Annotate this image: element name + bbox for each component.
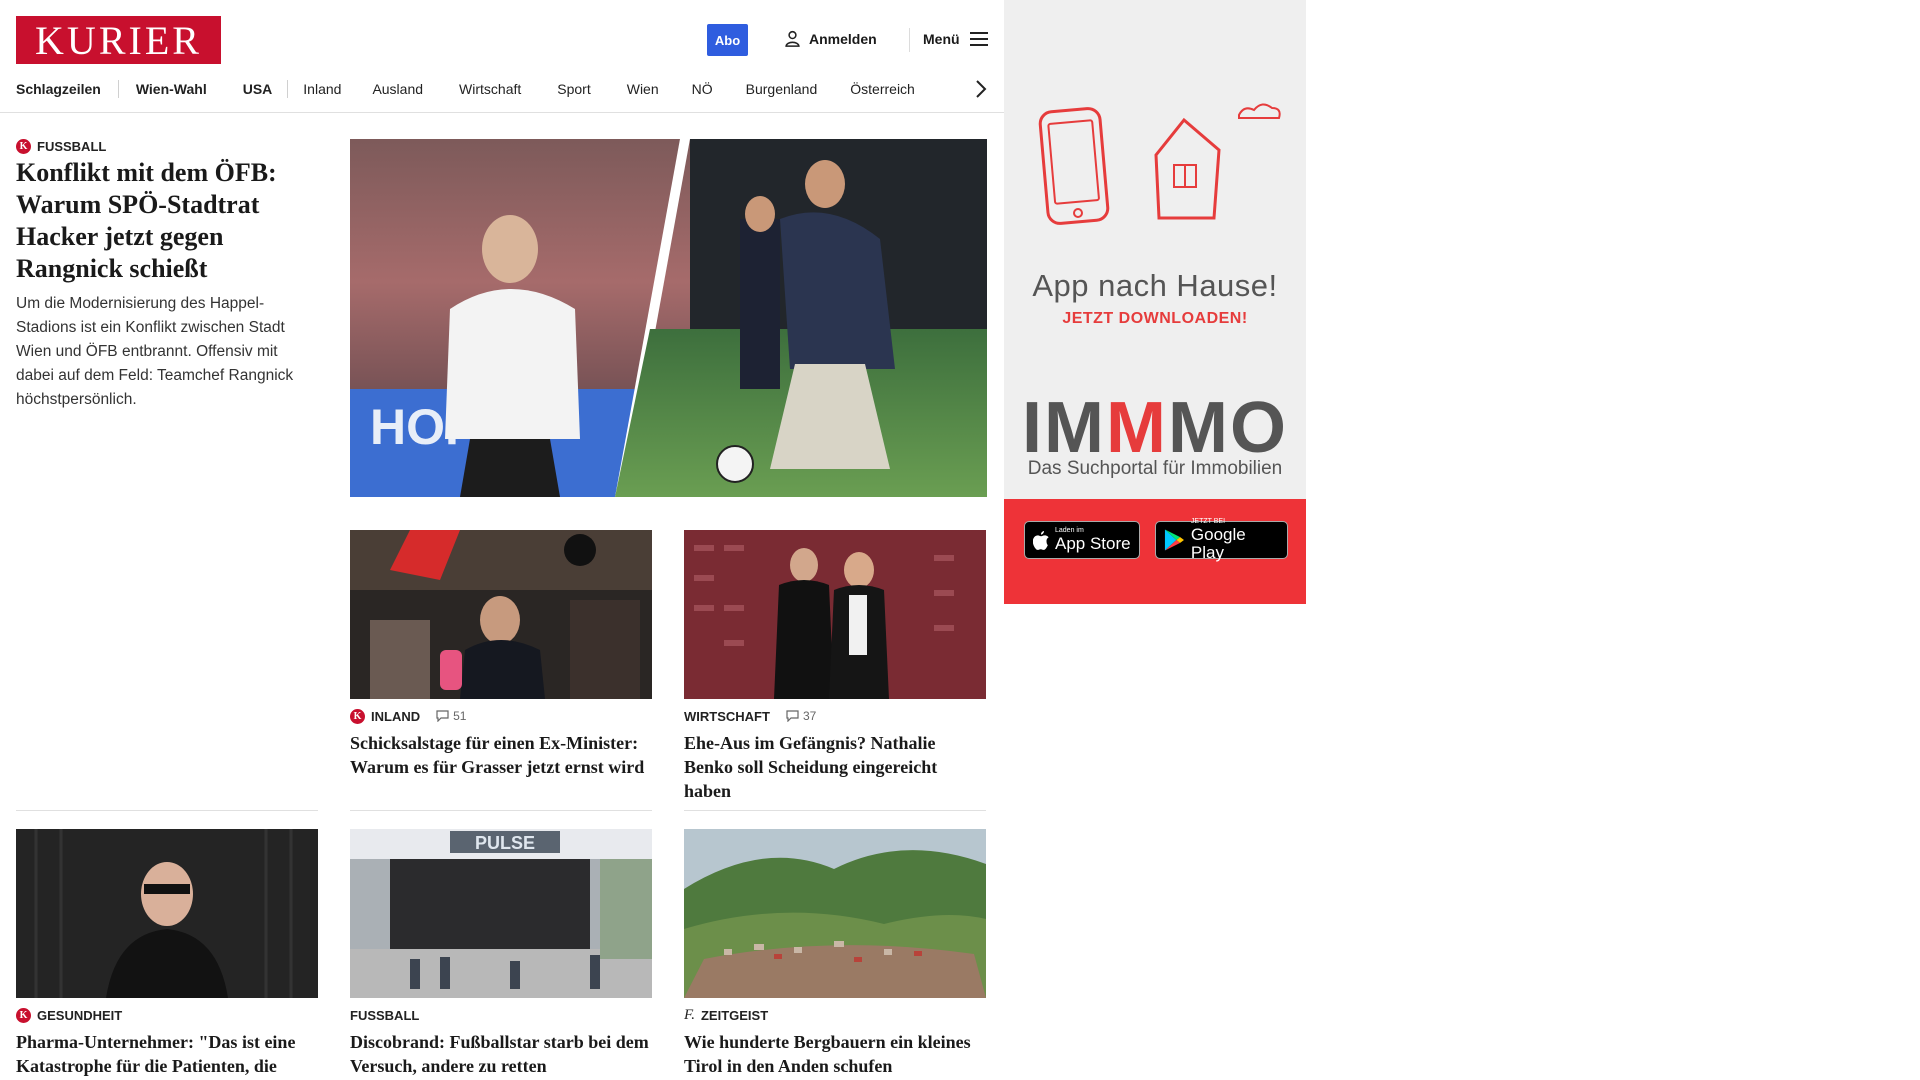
article-card-inland[interactable]: K Inland 51 Schicksalstage für einen Ex-… xyxy=(350,530,652,779)
immmo-logo-mid: M xyxy=(1106,388,1168,468)
article-card-fussball[interactable]: PULSE Fussball Discobrand: Fußballstar s… xyxy=(350,829,652,1078)
header-divider xyxy=(909,28,910,52)
nav-divider-line xyxy=(0,112,1004,113)
article-card-gesundheit[interactable]: K Gesundheit Pharma-Unternehmer: "Das is… xyxy=(16,829,318,1080)
main-column: KURIER Abo Anmelden Menü Schlagzeilen Wi… xyxy=(0,0,1004,1080)
svg-text:PULSE: PULSE xyxy=(475,833,535,853)
lead-category-label: Fussball xyxy=(37,139,107,154)
immmo-tagline: Das Suchportal für Immobilien xyxy=(1027,458,1283,479)
article-category-label: Zeitgeist xyxy=(700,1007,769,1023)
ad-headline: App nach Hause! xyxy=(1032,268,1278,303)
article-category[interactable]: Wirtschaft 37 xyxy=(684,708,986,724)
card-divider xyxy=(684,810,986,811)
article-image[interactable] xyxy=(684,829,986,998)
lead-teaser: Um die Modernisierung des Happel-Stadion… xyxy=(16,295,294,408)
article-category[interactable]: f. Zeitgeist xyxy=(684,1007,986,1023)
nav-divider xyxy=(117,80,119,98)
nav-item-wirtschaft[interactable]: Wirtschaft xyxy=(459,81,521,97)
article-card-zeitgeist[interactable]: f. Zeitgeist Wie hunderte Bergbauern ein… xyxy=(684,829,986,1078)
menu-icon xyxy=(969,32,988,46)
article-category[interactable]: K Inland 51 xyxy=(350,708,652,724)
play-icon xyxy=(1164,529,1184,551)
google-play-big: Google Play xyxy=(1190,525,1246,562)
apple-icon xyxy=(1033,530,1049,550)
kurier-plus-icon: K xyxy=(16,139,31,154)
user-icon xyxy=(785,30,800,47)
nav-item-inland[interactable]: Inland xyxy=(303,81,341,97)
nav-divider xyxy=(287,80,289,98)
nav-item-wien-wahl[interactable]: Wien-Wahl xyxy=(136,81,207,97)
f-icon: f. xyxy=(684,1006,695,1023)
article-category-label: Gesundheit xyxy=(37,1007,123,1023)
article-headline[interactable]: Pharma-Unternehmer: "Das ist eine Katast… xyxy=(16,1030,318,1080)
comment-count[interactable]: 51 xyxy=(436,709,466,723)
article-image[interactable] xyxy=(16,829,318,998)
lead-headline[interactable]: Konflikt mit dem ÖFB: Warum SPÖ-Stadtrat… xyxy=(16,157,316,285)
nav-item-burgenland[interactable]: Burgenland xyxy=(746,81,818,97)
article-card-wirtschaft[interactable]: Wirtschaft 37 Ehe-Aus im Gefängnis? Nath… xyxy=(684,530,986,803)
article-headline[interactable]: Wie hunderte Bergbauern ein kleines Tiro… xyxy=(684,1030,986,1078)
kurier-logo[interactable]: KURIER xyxy=(16,16,221,64)
article-category-label: Wirtschaft xyxy=(684,708,770,724)
ad-cta[interactable]: JETZT DOWNLOADEN! xyxy=(1004,310,1306,328)
menu-button[interactable]: Menü xyxy=(923,31,988,47)
nav-item-schlagzeilen[interactable]: Schlagzeilen xyxy=(16,81,101,97)
article-image[interactable]: PULSE xyxy=(350,829,652,998)
nav-item-oesterreich[interactable]: Österreich xyxy=(850,81,915,97)
login-button[interactable]: Anmelden xyxy=(784,30,877,47)
article-headline[interactable]: Discobrand: Fußballstar starb bei dem Ve… xyxy=(350,1030,652,1078)
immmo-ad[interactable]: App nach Hause! JETZT DOWNLOADEN! IMMMO … xyxy=(1004,0,1306,604)
immmo-logo-left: IM xyxy=(1022,388,1106,468)
lead-category[interactable]: K Fussball xyxy=(16,139,106,154)
nav-item-noe[interactable]: NÖ xyxy=(692,81,713,97)
comment-count[interactable]: 37 xyxy=(786,709,816,723)
app-download-band: Laden im App Store JETZT BEI Google Play xyxy=(1004,499,1306,604)
app-store-big: App Store xyxy=(1055,534,1131,553)
lead-image[interactable]: HOF xyxy=(350,139,987,497)
comment-icon xyxy=(786,710,799,722)
nav-item-usa[interactable]: USA xyxy=(243,81,273,97)
kurier-plus-icon: K xyxy=(16,1007,31,1023)
article-headline[interactable]: Ehe-Aus im Gefängnis? Nathalie Benko sol… xyxy=(684,731,986,803)
kurier-plus-icon: K xyxy=(350,708,365,724)
nav-item-ausland[interactable]: Ausland xyxy=(372,81,423,97)
section-nav: Schlagzeilen Wien-Wahl USA Inland Auslan… xyxy=(16,78,915,100)
article-image[interactable] xyxy=(350,530,652,699)
phone-house-icon xyxy=(1038,103,1281,225)
article-category[interactable]: K Gesundheit xyxy=(16,1007,318,1023)
login-label: Anmelden xyxy=(809,30,877,47)
article-category-label: Fussball xyxy=(350,1007,420,1023)
chevron-right-icon[interactable] xyxy=(974,78,988,100)
abo-button[interactable]: Abo xyxy=(707,24,748,56)
comment-icon xyxy=(436,710,449,722)
article-category-label: Inland xyxy=(371,708,421,724)
google-play-button[interactable]: JETZT BEI Google Play xyxy=(1155,518,1288,562)
comment-count-value: 37 xyxy=(802,709,817,723)
article-image[interactable] xyxy=(684,530,986,699)
article-headline[interactable]: Schicksalstage für einen Ex-Minister: Wa… xyxy=(350,731,652,779)
article-category[interactable]: Fussball xyxy=(350,1007,652,1023)
nav-item-wien[interactable]: Wien xyxy=(627,81,659,97)
card-divider xyxy=(16,810,318,811)
app-store-button[interactable]: Laden im App Store xyxy=(1024,521,1140,559)
comment-count-value: 51 xyxy=(453,709,467,723)
immmo-logo-right: MO xyxy=(1167,388,1288,468)
card-divider xyxy=(350,810,652,811)
immmo-logo: IMMMO xyxy=(1004,390,1306,466)
nav-item-sport[interactable]: Sport xyxy=(557,81,590,97)
menu-label: Menü xyxy=(923,31,960,47)
